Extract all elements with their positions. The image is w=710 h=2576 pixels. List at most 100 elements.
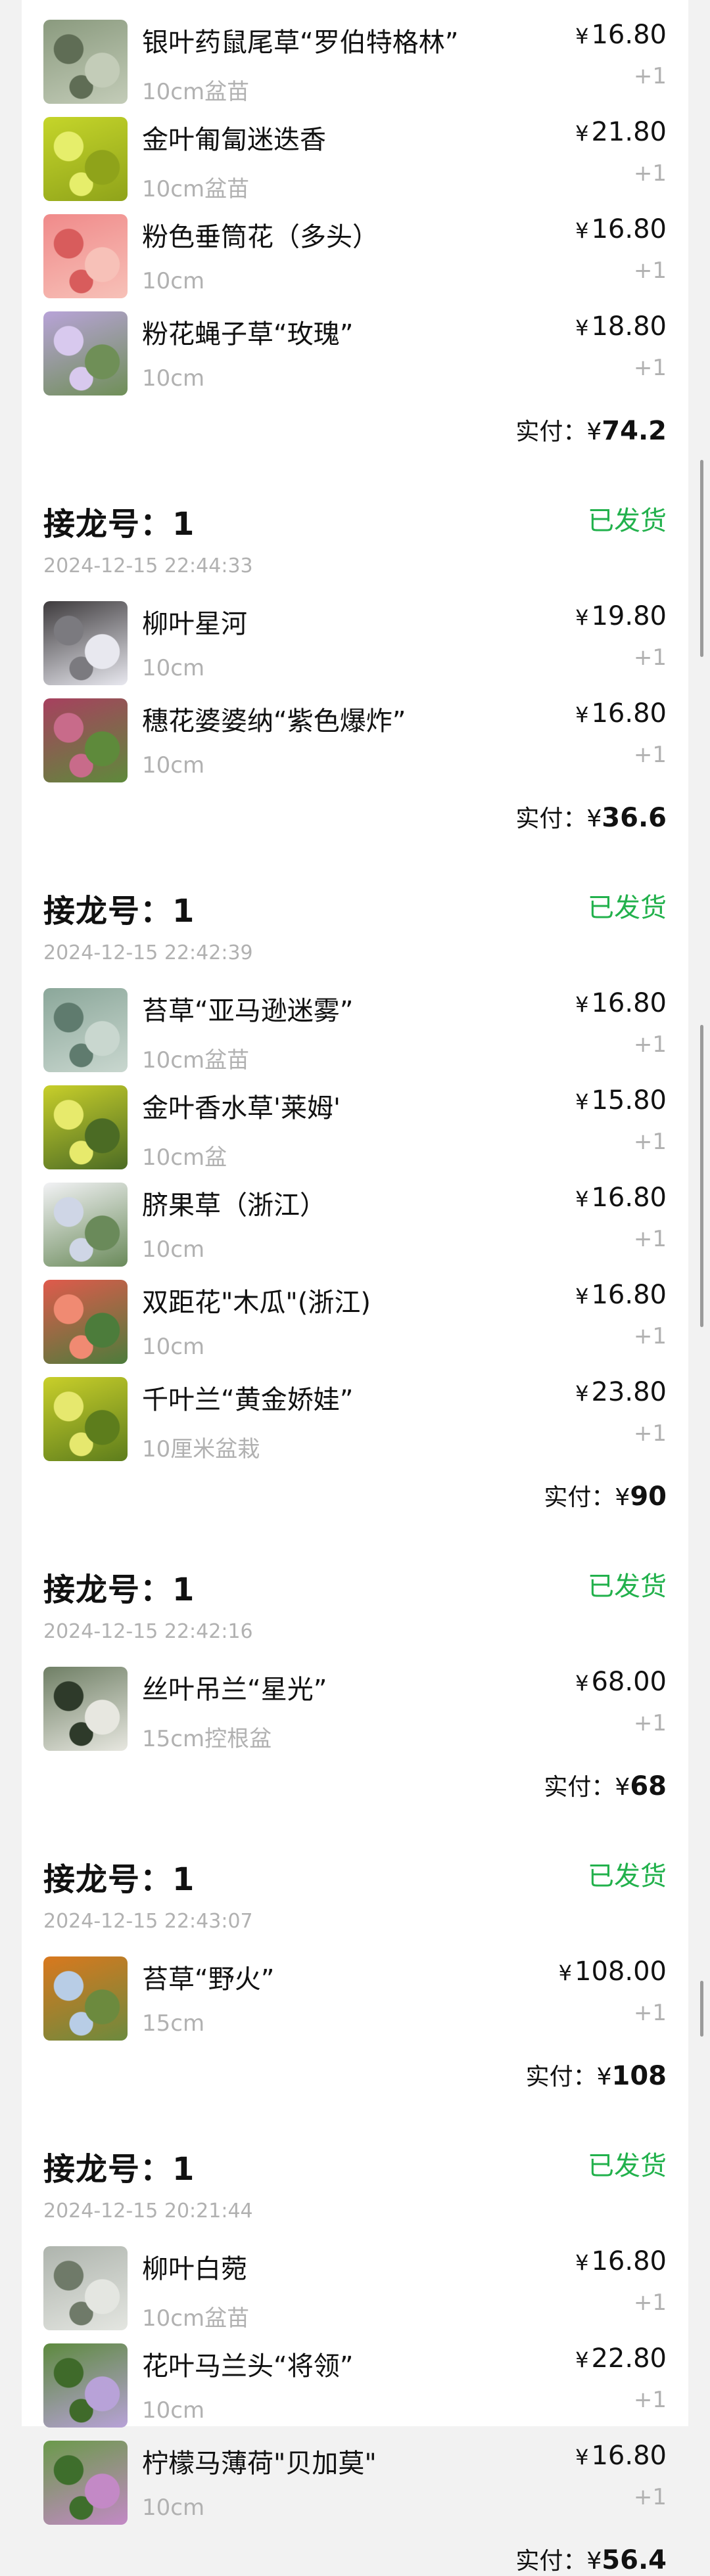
order-status-badge: 已发货 [588, 1571, 667, 1602]
paid-amount: 36.6 [602, 803, 667, 833]
scrollbar-segment-top[interactable] [700, 460, 703, 657]
product-price-value: 19.80 [591, 601, 667, 631]
order-top-spacer [43, 0, 667, 20]
product-price: ¥68.00 [575, 1667, 667, 1697]
product-quantity: +1 [633, 355, 667, 381]
product-quantity: +1 [633, 1323, 667, 1349]
order-header: 接龙号：1 已发货 [43, 1819, 667, 1901]
order-item[interactable]: 苔草“野火” 15cm ¥108.00 +1 [43, 1956, 667, 2054]
order-number: 接龙号：1 [43, 1571, 195, 1608]
order-header: 接龙号：1 已发货 [43, 464, 667, 545]
product-spec: 10cm [142, 365, 205, 392]
product-price: ¥23.80 [575, 1377, 667, 1407]
order-item[interactable]: 柠檬马薄荷"贝加莫" 10cm ¥16.80 +1 [43, 2441, 667, 2538]
order-time: 2024-12-15 20:21:44 [43, 2200, 253, 2223]
product-thumbnail[interactable] [43, 1667, 128, 1751]
order-item[interactable]: 脐果草（浙江） 10cm ¥16.80 +1 [43, 1183, 667, 1280]
order-status-badge: 已发货 [588, 506, 667, 536]
product-thumbnail[interactable] [43, 117, 128, 201]
order-header: 接龙号：1 已发货 [43, 851, 667, 932]
product-price: ¥22.80 [575, 2343, 667, 2374]
paid-amount: 68 [630, 1771, 667, 1801]
product-spec: 10cm盆苗 [142, 176, 250, 202]
product-spec: 10cm盆苗 [142, 2305, 250, 2332]
order-item[interactable]: 苔草“亚马逊迷雾” 10cm盆苗 ¥16.80 +1 [43, 988, 667, 1085]
product-thumbnail[interactable] [43, 2246, 128, 2330]
order-header: 接龙号：1 已发货 [43, 2109, 667, 2190]
paid-label: 实付：¥ [544, 1484, 630, 1511]
product-info: 金叶匍匐迷迭香 10cm盆苗 ¥21.80 +1 [142, 117, 667, 202]
product-spec: 10cm [142, 655, 205, 681]
paid-amount: 56.4 [602, 2545, 667, 2575]
paid-label: 实付：¥ [515, 805, 602, 832]
product-spec: 10cm [142, 2495, 205, 2521]
order-status-badge: 已发货 [588, 2151, 667, 2181]
order-item[interactable]: 粉色垂筒花（多头） 10cm ¥16.80 +1 [43, 214, 667, 311]
product-thumbnail[interactable] [43, 601, 128, 685]
order-number: 接龙号：1 [43, 2151, 195, 2188]
order-item[interactable]: 金叶匍匐迷迭香 10cm盆苗 ¥21.80 +1 [43, 117, 667, 214]
product-info: 粉花蝇子草“玫瑰” 10cm ¥18.80 +1 [142, 311, 667, 395]
product-price-value: 22.80 [591, 2343, 667, 2374]
order-number: 接龙号：1 [43, 506, 195, 543]
product-price-value: 16.80 [591, 1280, 667, 1310]
order-number: 接龙号：1 [43, 893, 195, 930]
product-price-value: 16.80 [591, 2246, 667, 2276]
paid-label: 实付：¥ [525, 2064, 612, 2090]
product-price: ¥19.80 [575, 601, 667, 631]
product-thumbnail[interactable] [43, 214, 128, 298]
product-thumbnail[interactable] [43, 311, 128, 395]
order-item[interactable]: 穗花婆婆纳“紫色爆炸” 10cm ¥16.80 +1 [43, 698, 667, 796]
order-item[interactable]: 粉花蝇子草“玫瑰” 10cm ¥18.80 +1 [43, 311, 667, 409]
product-quantity: +1 [633, 1226, 667, 1252]
order-block: 接龙号：1 已发货 2024-12-15 22:42:39 苔草“亚马逊迷雾” … [22, 851, 688, 1512]
product-info: 金叶香水草'莱姆' 10cm盆 ¥15.80 +1 [142, 1085, 667, 1171]
product-price-value: 108.00 [575, 1956, 667, 1987]
paid-amount: 74.2 [602, 416, 667, 446]
product-info: 柳叶白菀 10cm盆苗 ¥16.80 +1 [142, 2246, 667, 2332]
product-spec: 10厘米盆栽 [142, 1436, 260, 1462]
product-price-value: 16.80 [591, 214, 667, 244]
order-item[interactable]: 丝叶吊兰“星光” 15cm控根盆 ¥68.00 +1 [43, 1667, 667, 1764]
product-price-value: 21.80 [591, 117, 667, 147]
product-info: 柳叶星河 10cm ¥19.80 +1 [142, 601, 667, 685]
scrollbar-segment-middle[interactable] [700, 1025, 703, 1327]
order-item[interactable]: 柳叶星河 10cm ¥19.80 +1 [43, 601, 667, 698]
product-thumbnail[interactable] [43, 2441, 128, 2525]
product-thumbnail[interactable] [43, 1956, 128, 2041]
product-quantity: +1 [633, 2484, 667, 2510]
product-quantity: +1 [633, 258, 667, 284]
order-item[interactable]: 双距花"木瓜"(浙江) 10cm ¥16.80 +1 [43, 1280, 667, 1377]
order-paid-total: 实付：¥68 [43, 1768, 667, 1802]
product-thumbnail[interactable] [43, 1280, 128, 1364]
product-price-value: 16.80 [591, 1183, 667, 1213]
order-item[interactable]: 柳叶白菀 10cm盆苗 ¥16.80 +1 [43, 2246, 667, 2343]
product-quantity: +1 [633, 644, 667, 671]
product-thumbnail[interactable] [43, 20, 128, 104]
order-paid-total: 实付：¥108 [43, 2058, 667, 2092]
order-item[interactable]: 银叶药鼠尾草“罗伯特格林” 10cm盆苗 ¥16.80 +1 [43, 20, 667, 117]
order-status-badge: 已发货 [588, 1861, 667, 1891]
product-thumbnail[interactable] [43, 2343, 128, 2428]
product-thumbnail[interactable] [43, 1085, 128, 1169]
product-info: 苔草“亚马逊迷雾” 10cm盆苗 ¥16.80 +1 [142, 988, 667, 1073]
order-list-page: 银叶药鼠尾草“罗伯特格林” 10cm盆苗 ¥16.80 +1 金叶匍匐迷迭香 1… [22, 0, 688, 2575]
product-price: ¥15.80 [575, 1085, 667, 1116]
product-thumbnail[interactable] [43, 988, 128, 1072]
order-item[interactable]: 千叶兰“黄金娇娃” 10厘米盆栽 ¥23.80 +1 [43, 1377, 667, 1474]
product-price-value: 23.80 [591, 1377, 667, 1407]
product-info: 银叶药鼠尾草“罗伯特格林” 10cm盆苗 ¥16.80 +1 [142, 20, 667, 105]
product-price-value: 18.80 [591, 311, 667, 342]
product-thumbnail[interactable] [43, 698, 128, 782]
product-thumbnail[interactable] [43, 1377, 128, 1461]
product-spec: 10cm盆苗 [142, 79, 250, 105]
product-price-value: 68.00 [591, 1667, 667, 1697]
order-block: 接龙号：1 已发货 2024-12-15 22:44:33 柳叶星河 10cm … [22, 464, 688, 834]
product-price: ¥16.80 [575, 1280, 667, 1310]
scrollbar-segment-bottom[interactable] [700, 1981, 703, 2037]
product-info: 柠檬马薄荷"贝加莫" 10cm ¥16.80 +1 [142, 2441, 667, 2525]
product-thumbnail[interactable] [43, 1183, 128, 1267]
order-item[interactable]: 金叶香水草'莱姆' 10cm盆 ¥15.80 +1 [43, 1085, 667, 1183]
product-price: ¥18.80 [575, 311, 667, 342]
product-info: 粉色垂筒花（多头） 10cm ¥16.80 +1 [142, 214, 667, 298]
